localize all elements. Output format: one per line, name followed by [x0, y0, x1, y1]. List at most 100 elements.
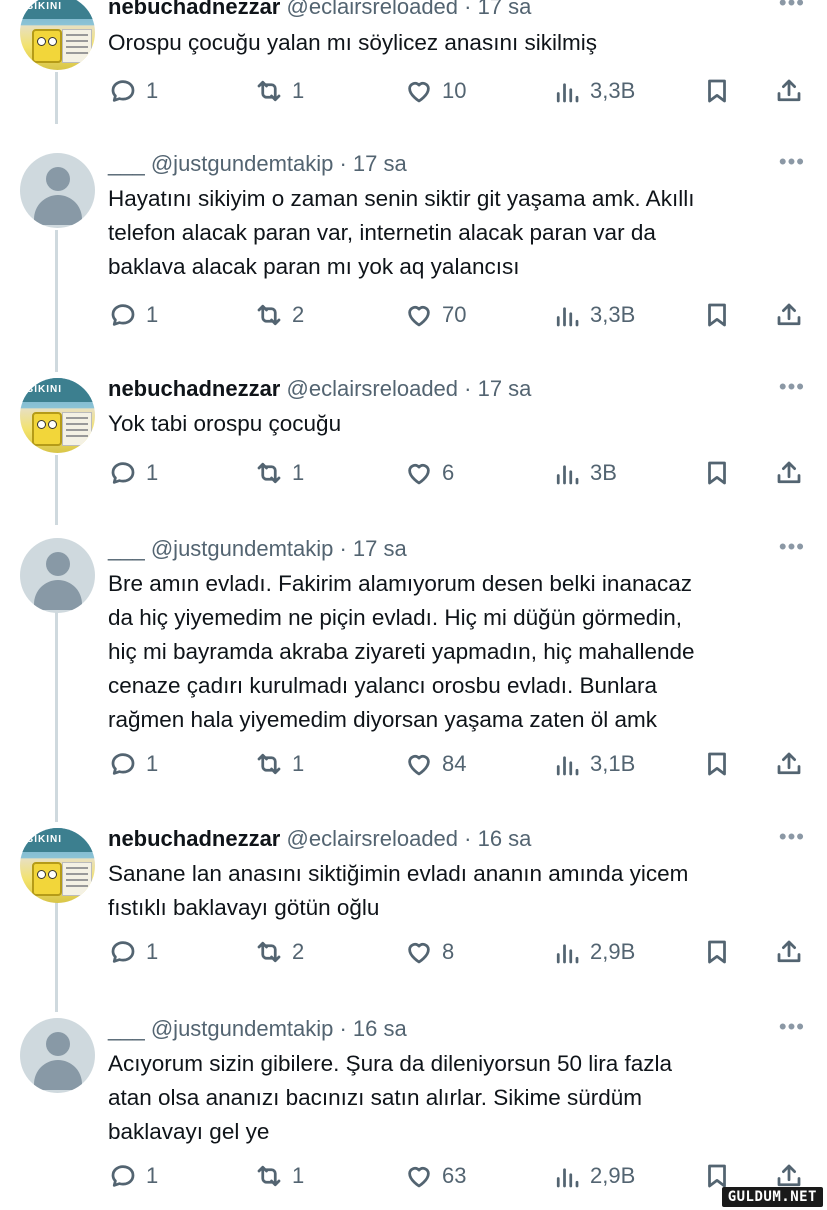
avatar[interactable]: BIKINI — [20, 828, 95, 903]
views-icon — [556, 465, 579, 485]
views-button[interactable]: 2,9B — [552, 934, 635, 970]
display-name[interactable]: ___ — [108, 151, 145, 176]
like-button[interactable]: 63 — [404, 1158, 466, 1194]
tweet[interactable]: BIKINI nebuchadnezzar @eclairsreloaded ·… — [0, 0, 827, 135]
retweet-icon — [257, 304, 281, 326]
views-icon — [556, 944, 579, 964]
retweet-icon — [257, 1165, 281, 1187]
tweet[interactable]: BIKINI nebuchadnezzar @eclairsreloaded ·… — [0, 810, 827, 1010]
avatar[interactable] — [20, 153, 95, 228]
bookmark-icon — [708, 79, 726, 103]
views-button[interactable]: 3,3B — [552, 73, 635, 109]
display-name[interactable]: nebuchadnezzar — [108, 826, 280, 851]
share-icon — [777, 303, 801, 326]
tweet-text: Bre amın evladı. Fakirim alamıyorum dese… — [108, 571, 695, 732]
handle-time[interactable]: @justgundemtakip · 17 sa — [151, 536, 407, 561]
retweet-button[interactable]: 1 — [254, 455, 304, 491]
display-name[interactable]: ___ — [108, 1016, 145, 1041]
retweet-button[interactable]: 2 — [254, 297, 304, 333]
more-options-icon[interactable]: ••• — [779, 149, 805, 175]
more-options-icon[interactable]: ••• — [779, 534, 805, 560]
action-bar: 1 1 63 2,9B — [108, 1158, 808, 1194]
reply-button[interactable]: 1 — [108, 455, 158, 491]
tweet-header: ___ @justgundemtakip · 17 sa — [108, 536, 407, 562]
bookmark-icon — [708, 940, 726, 964]
watermark: GULDUM.NET — [721, 1187, 823, 1207]
action-bar: 1 2 8 2,9B — [108, 934, 808, 970]
bookmark-button[interactable] — [702, 746, 732, 782]
bookmark-button[interactable] — [702, 297, 732, 333]
like-button[interactable]: 8 — [404, 934, 454, 970]
tweet-header: nebuchadnezzar @eclairsreloaded · 17 sa — [108, 0, 531, 20]
like-button[interactable]: 10 — [404, 73, 466, 109]
reply-button[interactable]: 1 — [108, 1158, 158, 1194]
views-button[interactable]: 3B — [552, 455, 617, 491]
views-icon — [556, 83, 579, 103]
views-button[interactable]: 3,1B — [552, 746, 635, 782]
handle-time[interactable]: @eclairsreloaded · 17 sa — [287, 376, 532, 401]
share-icon — [777, 461, 801, 484]
bookmark-button[interactable] — [702, 455, 732, 491]
share-button[interactable] — [774, 934, 804, 970]
reply-icon — [111, 80, 135, 102]
share-button[interactable] — [774, 73, 804, 109]
tweet[interactable]: ___ @justgundemtakip · 17 sa ••• Hayatın… — [0, 135, 827, 360]
views-button[interactable]: 2,9B — [552, 1158, 635, 1194]
handle-time[interactable]: @eclairsreloaded · 16 sa — [287, 826, 532, 851]
like-button[interactable]: 70 — [404, 297, 466, 333]
display-name[interactable]: ___ — [108, 536, 145, 561]
retweet-icon — [257, 753, 281, 775]
avatar[interactable] — [20, 538, 95, 613]
reply-button[interactable]: 1 — [108, 297, 158, 333]
tweet[interactable]: BIKINI nebuchadnezzar @eclairsreloaded ·… — [0, 360, 827, 520]
tweet-header: nebuchadnezzar @eclairsreloaded · 16 sa — [108, 826, 531, 852]
retweet-icon — [257, 941, 281, 963]
retweet-button[interactable]: 1 — [254, 73, 304, 109]
display-name[interactable]: nebuchadnezzar — [108, 376, 280, 401]
bookmark-icon — [708, 461, 726, 485]
action-bar: 1 1 6 3B — [108, 455, 808, 491]
handle-time[interactable]: @eclairsreloaded · 17 sa — [287, 0, 532, 19]
handle-time[interactable]: @justgundemtakip · 17 sa — [151, 151, 407, 176]
tweet-text: Sanane lan anasını siktiğimin evladı ana… — [108, 861, 689, 920]
reply-button[interactable]: 1 — [108, 73, 158, 109]
retweet-button[interactable]: 1 — [254, 1158, 304, 1194]
retweet-button[interactable]: 1 — [254, 746, 304, 782]
views-icon — [556, 1168, 579, 1188]
share-button[interactable] — [774, 746, 804, 782]
share-icon — [777, 752, 801, 775]
bookmark-icon — [708, 752, 726, 776]
bookmark-icon — [708, 303, 726, 327]
avatar[interactable]: BIKINI — [20, 378, 95, 453]
heart-icon — [408, 943, 430, 964]
views-button[interactable]: 3,3B — [552, 297, 635, 333]
avatar[interactable]: BIKINI — [20, 0, 95, 70]
more-options-icon[interactable]: ••• — [779, 374, 805, 400]
tweet-text: Hayatını sikiyim o zaman senin siktir gi… — [108, 186, 695, 279]
like-button[interactable]: 84 — [404, 746, 466, 782]
tweet[interactable]: ___ @justgundemtakip · 17 sa ••• Bre amı… — [0, 520, 827, 810]
reply-button[interactable]: 1 — [108, 934, 158, 970]
reply-button[interactable]: 1 — [108, 746, 158, 782]
share-button[interactable] — [774, 455, 804, 491]
share-button[interactable] — [774, 297, 804, 333]
reply-icon — [111, 462, 135, 484]
heart-icon — [408, 464, 430, 485]
retweet-icon — [257, 462, 281, 484]
handle-time[interactable]: @justgundemtakip · 16 sa — [151, 1016, 407, 1041]
more-options-icon[interactable]: ••• — [779, 1014, 805, 1040]
heart-icon — [408, 306, 430, 327]
more-options-icon[interactable]: ••• — [779, 824, 805, 850]
bookmark-button[interactable] — [702, 934, 732, 970]
tweet-header: ___ @justgundemtakip · 16 sa — [108, 1016, 407, 1042]
retweet-button[interactable]: 2 — [254, 934, 304, 970]
reply-icon — [111, 304, 135, 326]
like-button[interactable]: 6 — [404, 455, 454, 491]
action-bar: 1 2 70 3,3B — [108, 297, 808, 333]
avatar[interactable] — [20, 1018, 95, 1093]
more-options-icon[interactable]: ••• — [779, 0, 805, 16]
tweet[interactable]: ___ @justgundemtakip · 16 sa ••• Acıyoru… — [0, 1000, 827, 1210]
views-icon — [556, 307, 579, 327]
bookmark-button[interactable] — [702, 73, 732, 109]
display-name[interactable]: nebuchadnezzar — [108, 0, 280, 19]
